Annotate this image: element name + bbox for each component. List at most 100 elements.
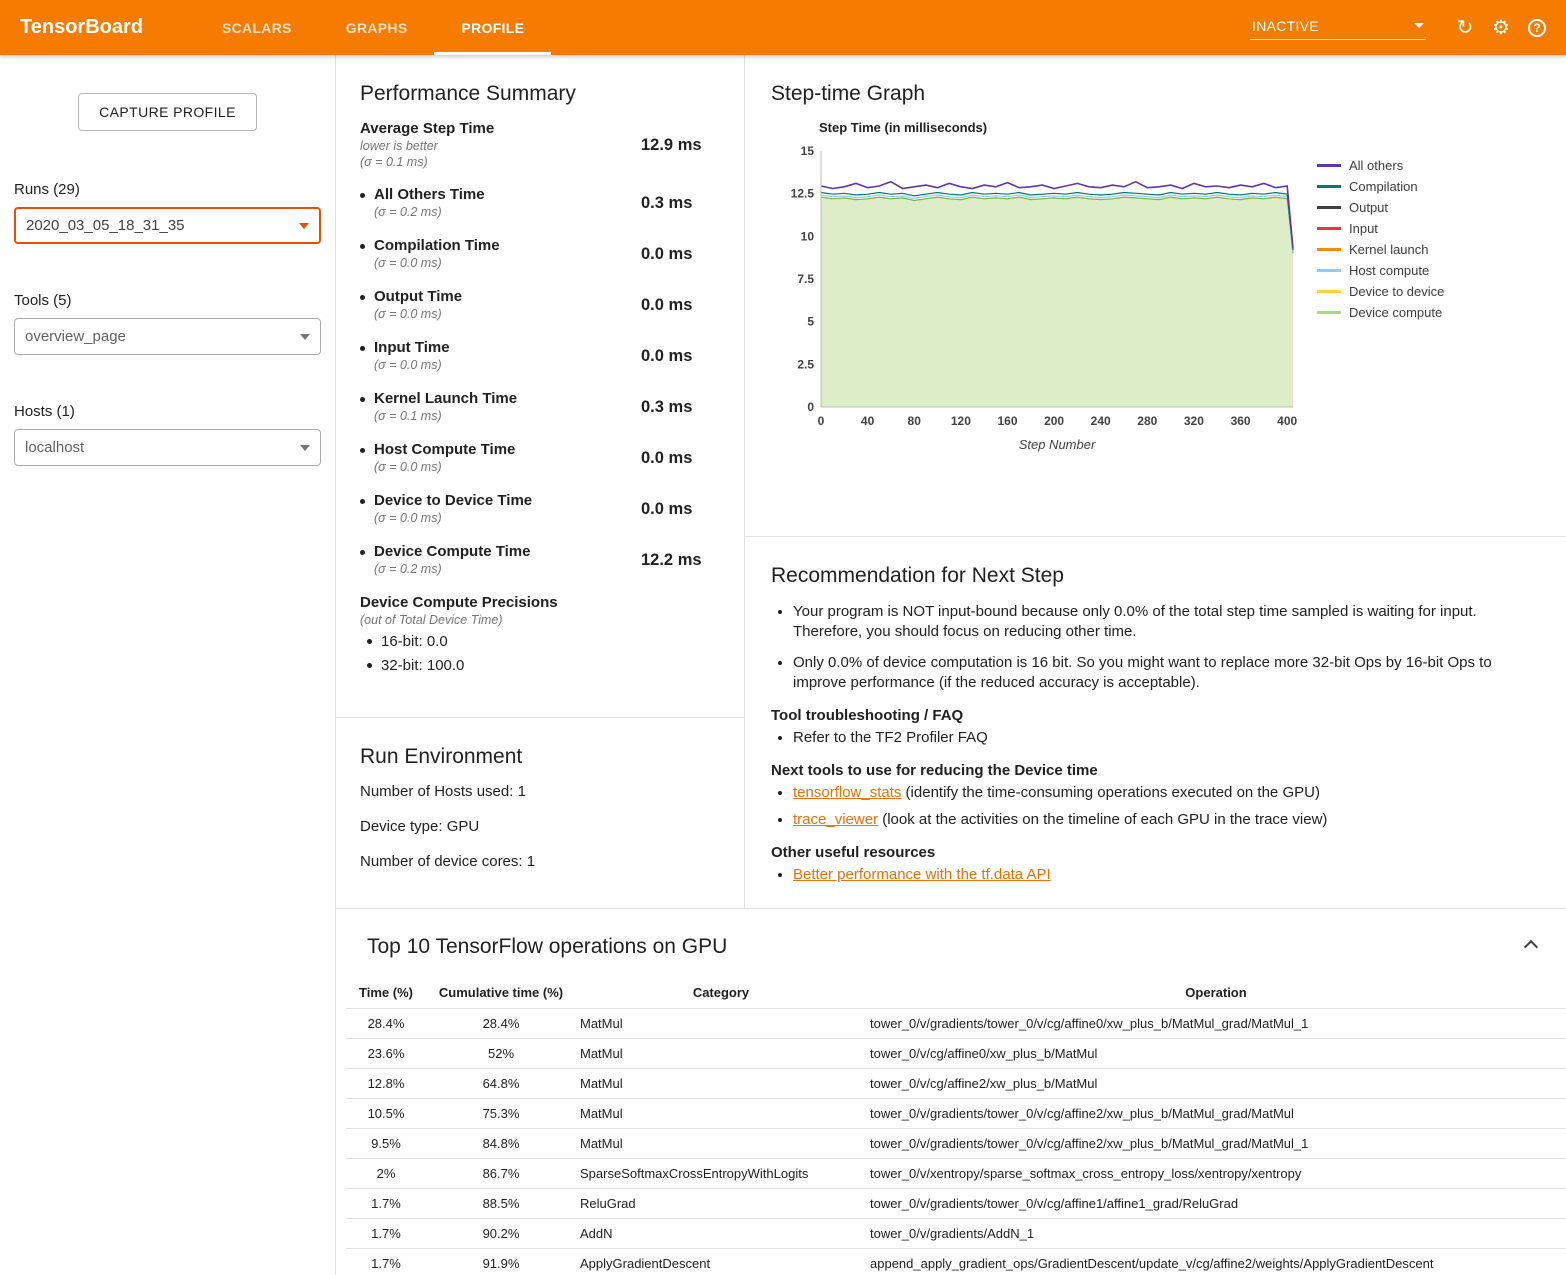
cell-cumulative: 90.2% (426, 1219, 576, 1249)
cell-category: MatMul (576, 1129, 866, 1159)
cell-operation: tower_0/v/gradients/AddN_1 (866, 1219, 1566, 1249)
tools-dropdown-value: overview_page (25, 328, 126, 345)
collapse-chevron-icon[interactable] (1524, 940, 1538, 954)
average-step-time-note: lower is better (360, 138, 641, 154)
tools-label: Tools (5) (14, 292, 321, 309)
cell-category: MatMul (576, 1069, 866, 1099)
metric-sigma: (σ = 0.1 ms) (374, 408, 641, 424)
chart-legend: All others Compilation Output Input Kern… (1317, 155, 1444, 464)
col-time: Time (%) (346, 977, 426, 1009)
svg-text:280: 280 (1137, 414, 1157, 428)
app-header: TensorBoard SCALARS GRAPHS PROFILE INACT… (0, 0, 1566, 55)
tool-link-item: tensorflow_stats (identify the time-cons… (793, 783, 1540, 803)
legend-label: Compilation (1349, 179, 1418, 194)
help-icon[interactable]: ? (1522, 13, 1552, 43)
metric-sigma: (σ = 0.0 ms) (374, 306, 641, 322)
trace-viewer-link[interactable]: trace_viewer (793, 811, 878, 828)
status-dropdown[interactable]: INACTIVE (1250, 16, 1426, 40)
svg-text:5: 5 (807, 315, 814, 329)
tfdata-performance-link[interactable]: Better performance with the tf.data API (793, 866, 1051, 883)
next-tools-heading: Next tools to use for reducing the Devic… (771, 762, 1540, 779)
run-environment-panel: Run Environment Number of Hosts used: 1 … (336, 718, 744, 908)
chevron-down-icon (300, 334, 310, 340)
legend-item-input: Input (1317, 218, 1444, 239)
col-operation: Operation (866, 977, 1566, 1009)
tool-link-description: (identify the time-consuming operations … (901, 784, 1320, 801)
reload-icon[interactable]: ↻ (1450, 13, 1480, 43)
metric-value: 12.2 ms (641, 551, 702, 570)
svg-text:7.5: 7.5 (797, 272, 814, 286)
step-time-graph-title: Step-time Graph (771, 82, 1540, 106)
faq-item: Refer to the TF2 Profiler FAQ (793, 728, 1540, 748)
legend-label: Host compute (1349, 263, 1429, 278)
cell-time: 23.6% (346, 1039, 426, 1069)
metric-compilation: Compilation Time (σ = 0.0 ms) 0.0 ms (360, 237, 720, 271)
metric-label: Device Compute Time (374, 543, 530, 561)
svg-text:400: 400 (1277, 414, 1297, 428)
hosts-dropdown[interactable]: localhost (14, 429, 321, 466)
chart-title: Step Time (in milliseconds) (819, 120, 1540, 135)
cell-time: 28.4% (346, 1009, 426, 1039)
table-row: 2% 86.7% SparseSoftmaxCrossEntropyWithLo… (346, 1159, 1566, 1189)
svg-text:15: 15 (801, 144, 815, 158)
svg-text:12.5: 12.5 (791, 187, 815, 201)
cell-time: 10.5% (346, 1099, 426, 1129)
cell-category: ReluGrad (576, 1189, 866, 1219)
metric-label: Input Time (374, 339, 450, 357)
table-row: 1.7% 88.5% ReluGrad tower_0/v/gradients/… (346, 1189, 1566, 1219)
legend-item-kernel-launch: Kernel launch (1317, 239, 1444, 260)
cell-time: 12.8% (346, 1069, 426, 1099)
cell-time: 9.5% (346, 1129, 426, 1159)
cell-operation: append_apply_gradient_ops/GradientDescen… (866, 1249, 1566, 1275)
metric-label: Output Time (374, 288, 462, 306)
recommendation-bullet: Your program is NOT input-bound because … (793, 602, 1540, 643)
table-row: 1.7% 90.2% AddN tower_0/v/gradients/AddN… (346, 1219, 1566, 1249)
tensorflow-stats-link[interactable]: tensorflow_stats (793, 784, 901, 801)
nav-tabs: SCALARS GRAPHS PROFILE (195, 0, 551, 55)
bullet-icon (360, 193, 365, 198)
help-icon-glyph: ? (1528, 19, 1546, 37)
metric-label: All Others Time (374, 186, 485, 204)
recommendation-bullets: Your program is NOT input-bound because … (771, 602, 1540, 693)
table-row: 12.8% 64.8% MatMul tower_0/v/cg/affine2/… (346, 1069, 1566, 1099)
hosts-dropdown-value: localhost (25, 439, 84, 456)
step-time-chart[interactable]: 02.557.51012.515040801201602002402803203… (783, 141, 1303, 464)
legend-swatch (1317, 185, 1341, 188)
top-ops-table: Time (%) Cumulative time (%) Category Op… (346, 977, 1566, 1275)
svg-text:200: 200 (1044, 414, 1064, 428)
recommendation-panel: Recommendation for Next Step Your progra… (745, 537, 1566, 908)
tab-scalars[interactable]: SCALARS (195, 0, 319, 55)
cell-category: MatMul (576, 1099, 866, 1129)
bullet-icon (360, 397, 365, 402)
resources-list: Better performance with the tf.data API (771, 865, 1540, 885)
legend-label: Output (1349, 200, 1388, 215)
cell-category: MatMul (576, 1009, 866, 1039)
cell-cumulative: 86.7% (426, 1159, 576, 1189)
metric-host-compute: Host Compute Time (σ = 0.0 ms) 0.0 ms (360, 441, 720, 475)
tool-link-description: (look at the activities on the timeline … (878, 811, 1327, 828)
legend-swatch (1317, 206, 1341, 209)
gear-icon[interactable]: ⚙ (1486, 13, 1516, 43)
runs-label: Runs (29) (14, 181, 321, 198)
cell-cumulative: 28.4% (426, 1009, 576, 1039)
capture-profile-button[interactable]: CAPTURE PROFILE (78, 93, 257, 131)
metric-sigma: (σ = 0.0 ms) (374, 510, 641, 526)
tab-graphs[interactable]: GRAPHS (319, 0, 435, 55)
runs-dropdown[interactable]: 2020_03_05_18_31_35 (14, 207, 321, 244)
metric-sigma: (σ = 0.0 ms) (374, 255, 641, 271)
metric-sigma: (σ = 0.0 ms) (374, 357, 641, 373)
tab-profile[interactable]: PROFILE (434, 0, 551, 55)
top-area: Performance Summary Average Step Time lo… (336, 55, 1566, 908)
svg-text:2.5: 2.5 (797, 357, 814, 371)
faq-heading: Tool troubleshooting / FAQ (771, 707, 1540, 724)
metric-value: 0.0 ms (641, 245, 692, 264)
bullet-icon (360, 295, 365, 300)
svg-text:320: 320 (1184, 414, 1204, 428)
tools-dropdown[interactable]: overview_page (14, 318, 321, 355)
cell-cumulative: 75.3% (426, 1099, 576, 1129)
cell-operation: tower_0/v/gradients/tower_0/v/cg/affine0… (866, 1009, 1566, 1039)
cell-operation: tower_0/v/gradients/tower_0/v/cg/affine2… (866, 1129, 1566, 1159)
cell-cumulative: 64.8% (426, 1069, 576, 1099)
next-tools-list: tensorflow_stats (identify the time-cons… (771, 783, 1540, 830)
cell-operation: tower_0/v/gradients/tower_0/v/cg/affine1… (866, 1189, 1566, 1219)
